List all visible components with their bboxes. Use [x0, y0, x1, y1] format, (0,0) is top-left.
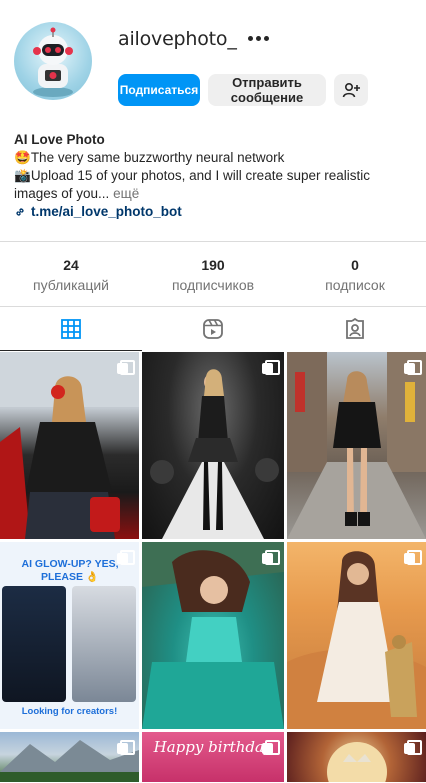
follow-button[interactable]: Подписаться	[118, 74, 200, 106]
bio-more-link[interactable]: ещё	[113, 186, 139, 201]
profile-name: AI Love Photo	[14, 132, 105, 147]
profile-avatar[interactable]	[14, 22, 92, 100]
post-image	[2, 586, 66, 702]
bio-line-1: 🤩The very same buzzworthy neural network	[14, 149, 414, 167]
stat-followers-label: подписчиков	[171, 277, 255, 293]
bio-external-link[interactable]: t.me/ai_love_photo_bot	[14, 203, 414, 221]
post-overlay-title: AI GLOW-UP? YES, PLEASE 👌	[21, 558, 119, 583]
stat-posts-value: 24	[63, 257, 79, 273]
tab-posts-grid[interactable]	[0, 307, 142, 351]
bio-line-2-emoji: 📸	[14, 168, 31, 183]
post-overlay-footer: Looking for creators!	[21, 706, 118, 717]
post-image	[287, 551, 426, 729]
post-thumbnail[interactable]	[0, 732, 139, 782]
carousel-icon	[262, 550, 280, 565]
more-dot	[264, 36, 269, 41]
post-thumbnail[interactable]	[142, 542, 284, 729]
carousel-icon	[262, 740, 280, 755]
bio-line-2: 📸Upload 15 of your photos, and I will cr…	[14, 167, 414, 185]
stat-following[interactable]: 0 подписок	[284, 256, 426, 300]
message-button[interactable]: Отправить сообщение	[208, 74, 326, 106]
bio-line-1-emoji: 🤩	[14, 150, 31, 165]
bio-line-1-text: The very same buzzworthy neural network	[30, 150, 285, 165]
post-thumbnail[interactable]	[287, 542, 426, 729]
carousel-icon	[117, 360, 135, 375]
tagged-icon	[346, 318, 364, 339]
post-thumbnail[interactable]	[287, 352, 426, 539]
divider	[0, 241, 426, 242]
posts-grid: AI GLOW-UP? YES, PLEASE 👌 Looking for cr…	[0, 352, 426, 782]
post-thumbnail[interactable]	[142, 352, 284, 539]
post-image	[0, 352, 139, 539]
post-thumbnail[interactable]: AI GLOW-UP? YES, PLEASE 👌 Looking for cr…	[0, 542, 139, 729]
bio-link-text: t.me/ai_love_photo_bot	[31, 204, 182, 219]
tab-tagged[interactable]	[284, 307, 426, 351]
post-thumbnail[interactable]: Happy birthday	[142, 732, 284, 782]
post-image	[287, 352, 426, 539]
post-image	[142, 542, 284, 729]
stat-posts: 24 публикаций	[0, 256, 142, 300]
stat-posts-label: публикаций	[33, 277, 109, 293]
profile-stats: 24 публикаций 190 подписчиков 0 подписок	[0, 256, 426, 300]
carousel-icon	[117, 550, 135, 565]
stat-followers[interactable]: 190 подписчиков	[142, 256, 284, 300]
stat-followers-value: 190	[201, 257, 225, 273]
stat-following-value: 0	[351, 257, 359, 273]
reels-icon	[203, 319, 223, 339]
carousel-icon	[262, 360, 280, 375]
bio-line-2-text: Upload 15 of your photos, and I will cre…	[30, 168, 370, 183]
follow-label: Подписаться	[119, 82, 199, 97]
bio-line-3: images of you... ещё	[14, 185, 414, 203]
profile-tabs	[0, 307, 426, 351]
add-user-icon	[342, 82, 360, 98]
carousel-icon	[404, 740, 422, 755]
more-dot	[248, 36, 253, 41]
tab-reels[interactable]	[142, 307, 284, 351]
carousel-icon	[404, 550, 422, 565]
carousel-icon	[404, 360, 422, 375]
message-label-line2: сообщение	[230, 90, 304, 105]
post-thumbnail[interactable]	[0, 352, 139, 539]
profile-username: ailovephoto_	[118, 28, 237, 50]
more-dot	[256, 36, 261, 41]
message-label: Отправить сообщение	[231, 75, 303, 105]
more-options-icon[interactable]	[246, 28, 272, 48]
post-image	[72, 586, 136, 702]
bio-line-3-text: images of you...	[14, 186, 110, 201]
profile-bio: AI Love Photo 🤩The very same buzzworthy …	[14, 131, 414, 221]
message-label-line1: Отправить	[232, 75, 302, 90]
post-image	[150, 369, 279, 539]
link-icon	[16, 208, 24, 216]
add-user-button[interactable]	[334, 74, 368, 106]
stat-following-label: подписок	[325, 277, 385, 293]
carousel-icon	[117, 740, 135, 755]
post-thumbnail[interactable]	[287, 732, 426, 782]
grid-icon	[61, 319, 81, 339]
